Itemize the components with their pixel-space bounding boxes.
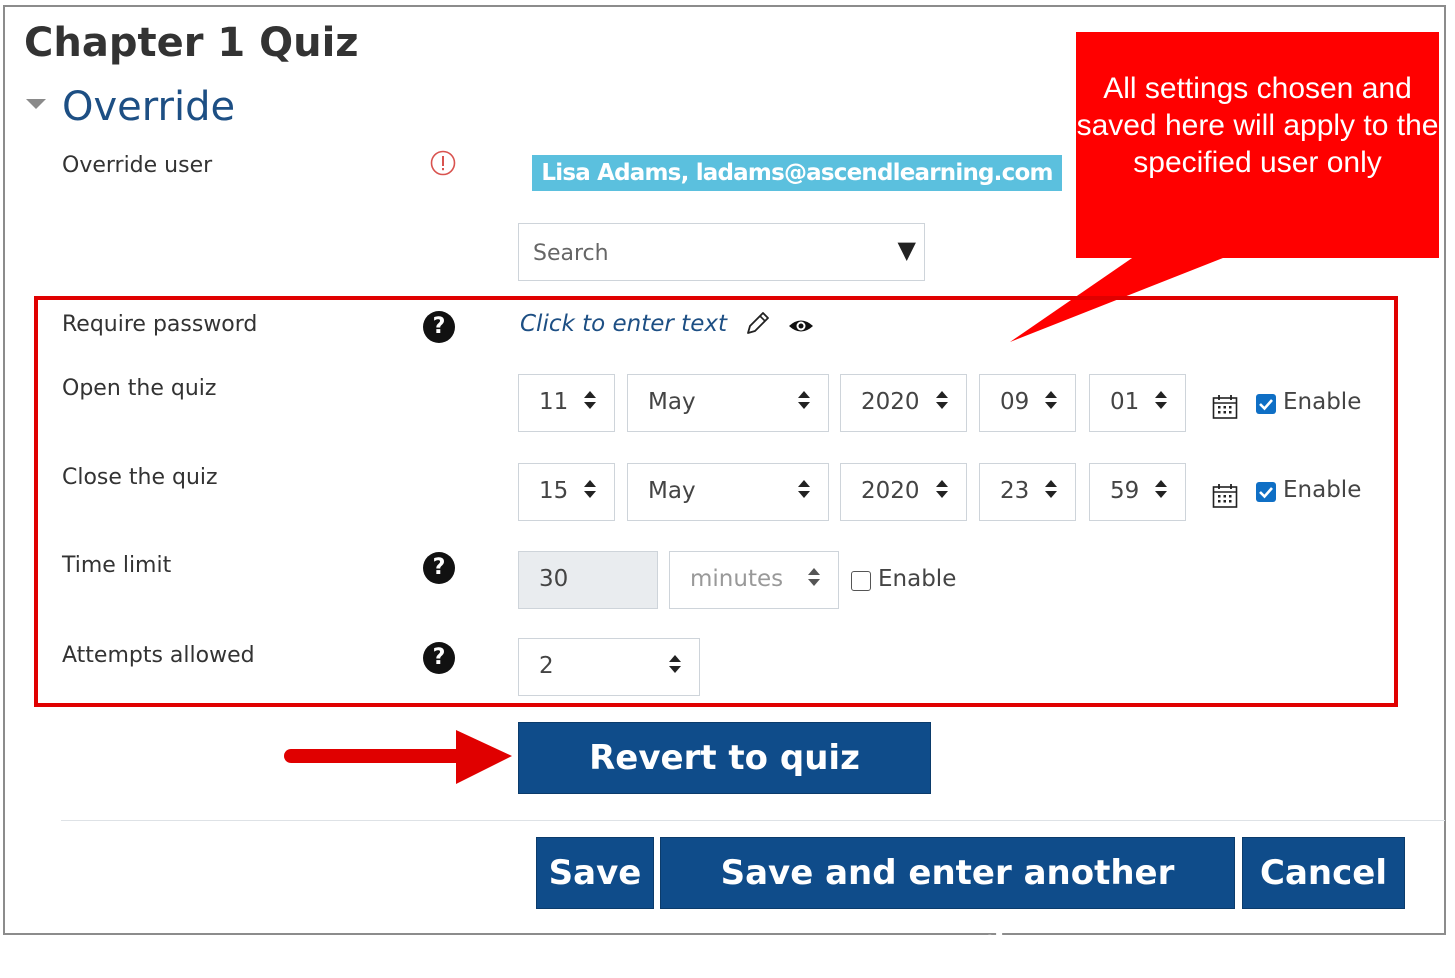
close-enable-checkbox[interactable]	[1256, 482, 1276, 502]
time-limit-enable-label[interactable]: Enable	[878, 566, 956, 592]
open-day-select[interactable]: 11	[518, 374, 615, 432]
password-inplace-editable[interactable]: Click to enter text	[520, 311, 727, 337]
open-year-select[interactable]: 2020	[840, 374, 967, 432]
select-arrows-icon	[1045, 391, 1057, 409]
select-value: 2	[539, 653, 554, 679]
select-value: May	[648, 389, 696, 415]
select-arrows-icon	[584, 480, 596, 498]
attempts-select[interactable]: 2	[518, 638, 700, 696]
select-arrows-icon	[1155, 480, 1167, 498]
help-icon[interactable]: ?	[423, 552, 455, 584]
select-value: 59	[1110, 478, 1140, 504]
select-value: May	[648, 478, 696, 504]
close-quiz-label: Close the quiz	[62, 465, 218, 490]
dropdown-arrow-icon[interactable]: ▼	[898, 236, 916, 264]
select-arrows-icon	[1045, 480, 1057, 498]
eye-icon[interactable]	[787, 315, 815, 341]
red-arrow-icon	[284, 730, 512, 784]
select-value: 2020	[861, 389, 920, 415]
close-year-select[interactable]: 2020	[840, 463, 967, 521]
user-search-select[interactable]: ▼	[518, 223, 925, 281]
select-value: 15	[539, 478, 569, 504]
calendar-icon[interactable]	[1212, 483, 1238, 508]
search-input[interactable]	[531, 234, 895, 272]
close-minute-select[interactable]: 59	[1089, 463, 1186, 521]
callout-box: All settings chosen and saved here will …	[1076, 32, 1439, 258]
select-arrows-icon	[798, 391, 810, 409]
select-value: 11	[539, 389, 569, 415]
time-limit-input[interactable]: 30	[518, 551, 658, 609]
select-arrows-icon	[1155, 391, 1167, 409]
select-arrows-icon	[808, 568, 820, 586]
input-value: 30	[539, 566, 569, 592]
page-title: Chapter 1 Quiz	[24, 20, 359, 66]
save-another-override-button[interactable]: Save and enter another override	[660, 837, 1235, 963]
select-arrows-icon	[584, 391, 596, 409]
select-arrows-icon	[936, 391, 948, 409]
cancel-button[interactable]: Cancel	[1242, 837, 1405, 909]
close-hour-select[interactable]: 23	[979, 463, 1076, 521]
close-day-select[interactable]: 15	[518, 463, 615, 521]
select-arrows-icon	[669, 655, 681, 673]
time-limit-enable-checkbox[interactable]	[851, 571, 871, 591]
select-arrows-icon	[936, 480, 948, 498]
time-unit-select[interactable]: minutes	[669, 551, 839, 609]
override-user-label: Override user	[62, 153, 213, 178]
callout-text: All settings chosen and saved here will …	[1076, 72, 1439, 179]
revert-defaults-button[interactable]: Revert to quiz defaults	[518, 722, 931, 848]
select-value: 09	[1000, 389, 1030, 415]
save-button[interactable]: Save	[536, 837, 654, 909]
divider	[61, 820, 1445, 821]
selected-user-tag[interactable]: Lisa Adams, ladams@ascendlearning.com	[532, 155, 1062, 191]
close-month-select[interactable]: May	[627, 463, 829, 521]
close-enable-label[interactable]: Enable	[1283, 477, 1361, 503]
help-icon[interactable]: ?	[423, 311, 455, 343]
select-arrows-icon	[798, 480, 810, 498]
time-limit-label: Time limit	[62, 553, 172, 578]
open-month-select[interactable]: May	[627, 374, 829, 432]
open-enable-checkbox[interactable]	[1256, 394, 1276, 414]
pencil-icon[interactable]	[744, 309, 772, 341]
required-icon	[430, 150, 456, 176]
open-enable-label[interactable]: Enable	[1283, 389, 1361, 415]
attempts-allowed-label: Attempts allowed	[62, 643, 255, 668]
collapse-caret-icon[interactable]	[26, 99, 46, 109]
help-icon[interactable]: ?	[423, 642, 455, 674]
open-quiz-label: Open the quiz	[62, 376, 217, 401]
calendar-icon[interactable]	[1212, 394, 1238, 419]
select-value: 23	[1000, 478, 1030, 504]
open-hour-select[interactable]: 09	[979, 374, 1076, 432]
select-value: 01	[1110, 389, 1140, 415]
open-minute-select[interactable]: 01	[1089, 374, 1186, 432]
section-title[interactable]: Override	[62, 84, 235, 130]
select-value: minutes	[690, 566, 784, 592]
select-value: 2020	[861, 478, 920, 504]
require-password-label: Require password	[62, 312, 258, 337]
